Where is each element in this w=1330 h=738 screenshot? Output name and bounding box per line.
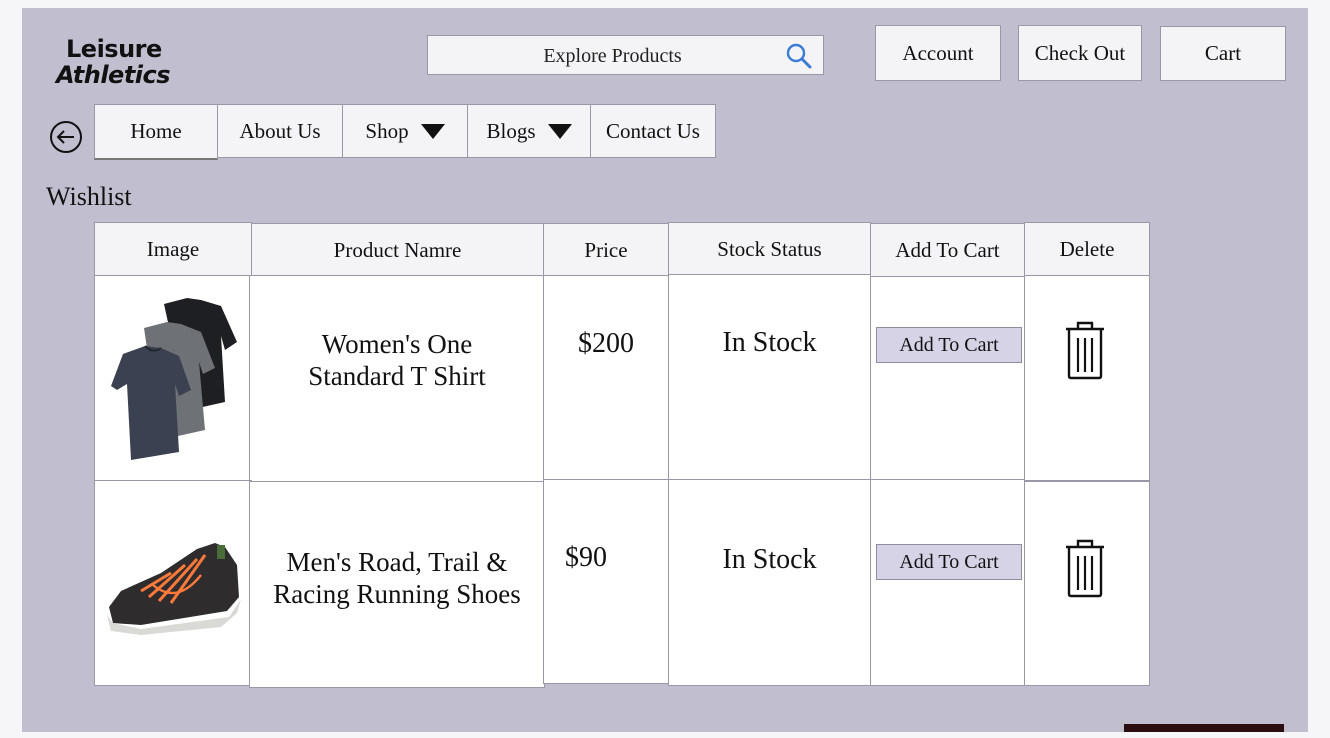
nav-label-blogs: Blogs [486, 118, 536, 143]
table-row-delete-cell [1024, 481, 1150, 686]
nav-label-about: About Us [239, 118, 321, 143]
table-row-price-cell: $90 [543, 479, 669, 684]
column-header-price: Price [543, 223, 669, 277]
nav-item-shop[interactable]: Shop [342, 104, 468, 158]
table-row-name-cell: Women's One Standard T Shirt [249, 275, 545, 482]
table-row-add-cell: Add To Cart [870, 479, 1025, 686]
brand-line-2: Athletics [56, 61, 171, 89]
nav-item-blogs[interactable]: Blogs [467, 104, 591, 158]
trash-icon[interactable] [1061, 320, 1109, 380]
stock-status: In Stock [722, 544, 817, 575]
brand-line-1: Leisure [66, 35, 162, 63]
account-button[interactable]: Account [875, 25, 1001, 81]
table-row-stock-cell: In Stock [668, 479, 871, 686]
tshirt-image [111, 298, 237, 460]
page-frame: Leisure Athletics Explore Products Accou… [22, 8, 1308, 732]
table-row-image-cell [94, 480, 252, 686]
column-header-stock-status: Stock Status [668, 222, 871, 277]
add-to-cart-button[interactable]: Add To Cart [876, 327, 1022, 363]
product-price: $200 [578, 328, 634, 359]
nav-item-home[interactable]: Home [94, 104, 218, 160]
column-header-product-name: Product Namre [251, 223, 544, 277]
checkout-button[interactable]: Check Out [1018, 25, 1142, 81]
add-to-cart-button[interactable]: Add To Cart [876, 544, 1022, 580]
cart-button[interactable]: Cart [1160, 26, 1286, 81]
product-name-line-2: Standard T Shirt [308, 361, 486, 391]
back-arrow-icon[interactable] [49, 120, 83, 154]
product-name-line-1: Women's One [321, 329, 473, 359]
table-row-price-cell: $200 [543, 275, 669, 480]
product-price: $90 [565, 542, 607, 573]
nav-item-about[interactable]: About Us [217, 104, 343, 158]
shoe-image [107, 543, 241, 635]
column-header-image: Image [94, 222, 252, 276]
column-header-add-to-cart: Add To Cart [870, 223, 1025, 277]
page-title: Wishlist [46, 182, 132, 211]
chevron-down-icon [420, 123, 445, 139]
product-name-line-1: Men's Road, Trail & [286, 547, 508, 577]
corner-banner [1124, 724, 1284, 732]
chevron-down-icon [547, 123, 572, 139]
search-placeholder: Explore Products [543, 45, 682, 67]
table-row-delete-cell [1024, 275, 1150, 481]
table-row-image-cell [94, 275, 252, 481]
brand-logo[interactable]: Leisure Athletics [56, 36, 196, 88]
table-row-name-cell: Men's Road, Trail & Racing Running Shoes [249, 481, 545, 688]
trash-icon[interactable] [1061, 538, 1109, 598]
stock-status: In Stock [722, 327, 817, 358]
table-row-stock-cell: In Stock [668, 274, 871, 480]
table-row-add-cell: Add To Cart [870, 276, 1025, 480]
nav-label-contact: Contact Us [606, 118, 700, 143]
search-bar[interactable]: Explore Products [427, 35, 824, 75]
column-header-delete: Delete [1024, 222, 1150, 276]
product-name-line-2: Racing Running Shoes [273, 579, 521, 609]
search-icon[interactable] [785, 42, 813, 70]
nav-label-shop: Shop [365, 118, 409, 143]
nav-label-home: Home [130, 119, 182, 143]
nav-item-contact[interactable]: Contact Us [590, 104, 716, 158]
